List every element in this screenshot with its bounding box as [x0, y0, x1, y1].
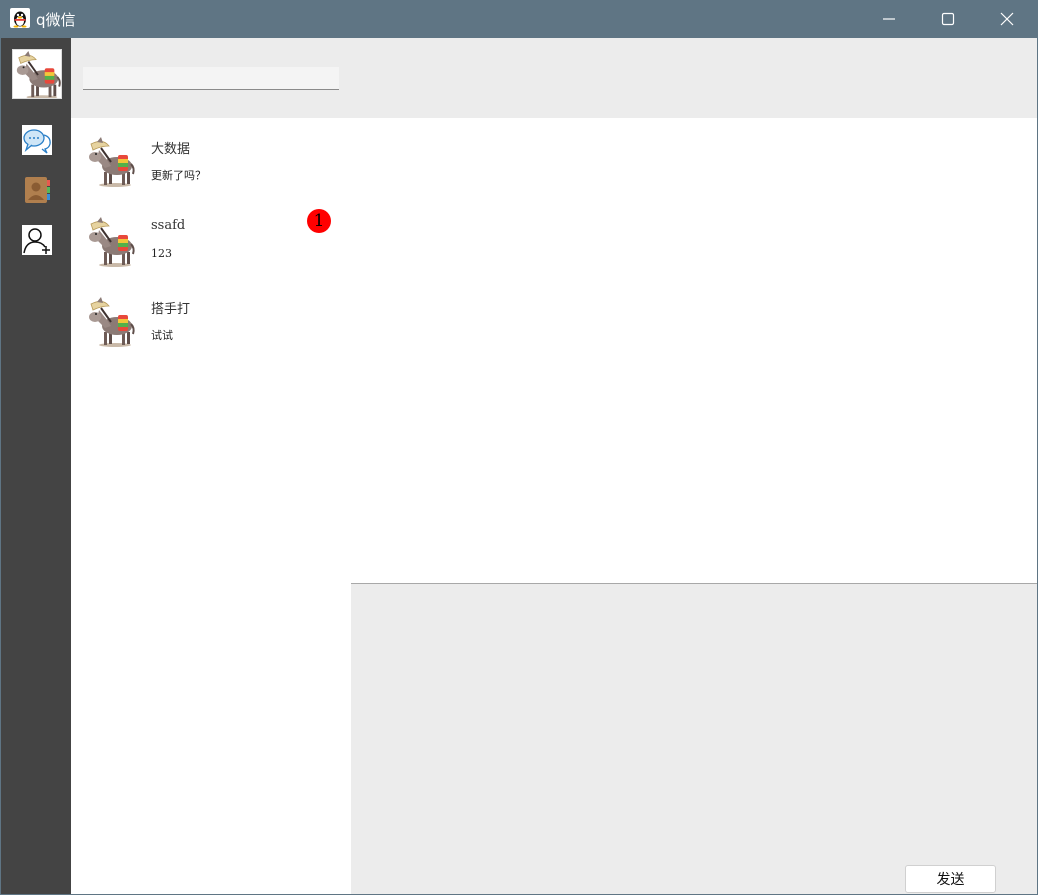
send-button[interactable]: 发送	[905, 865, 996, 893]
close-icon	[1000, 12, 1014, 26]
nav-chat-button[interactable]	[22, 125, 52, 155]
nav-add-friend-button[interactable]	[22, 225, 52, 255]
last-message: 更新了吗？	[151, 169, 206, 182]
last-message: 试试	[151, 329, 173, 342]
contact-name: ssafd	[151, 218, 186, 233]
message-input[interactable]	[351, 584, 1037, 894]
last-message: 123	[151, 247, 172, 260]
side-nav	[1, 38, 71, 894]
close-button[interactable]	[978, 0, 1036, 38]
window-title: q微信	[36, 11, 76, 29]
chat-header	[351, 38, 1037, 118]
maximize-icon	[941, 12, 955, 26]
contact-avatar	[85, 296, 137, 348]
conversation-item[interactable]: 搭手打 试试	[71, 278, 351, 358]
title-bar: q微信	[0, 0, 1038, 38]
contact-name: 搭手打	[151, 302, 191, 317]
minimize-icon	[883, 18, 895, 20]
conversation-item[interactable]: 大数据 更新了吗？	[71, 118, 351, 198]
nav-contacts-button[interactable]	[22, 175, 52, 205]
message-area[interactable]	[351, 118, 1037, 584]
contact-avatar	[85, 136, 137, 188]
contact-name: 大数据	[151, 142, 191, 157]
conversation-list-panel: 大数据 更新了吗？ ssafd 123 1 搭手打 试试	[71, 38, 351, 894]
user-avatar[interactable]	[12, 49, 62, 99]
search-input[interactable]	[83, 67, 339, 90]
search-area	[71, 38, 351, 118]
chat-bubbles-icon	[22, 125, 52, 155]
unread-badge: 1	[307, 209, 331, 233]
donkey-avatar-image	[13, 50, 62, 99]
penguin-icon	[10, 8, 30, 28]
add-friend-icon	[22, 225, 52, 255]
conversation-item[interactable]: ssafd 123 1	[71, 198, 351, 278]
contact-avatar	[85, 216, 137, 268]
contacts-book-icon	[25, 177, 50, 203]
maximize-button[interactable]	[919, 0, 977, 38]
app-window: q微信 大数据 更新了吗？ ssafd 123 1 搭手打 试试 发送	[0, 0, 1038, 895]
minimize-button[interactable]	[860, 0, 918, 38]
